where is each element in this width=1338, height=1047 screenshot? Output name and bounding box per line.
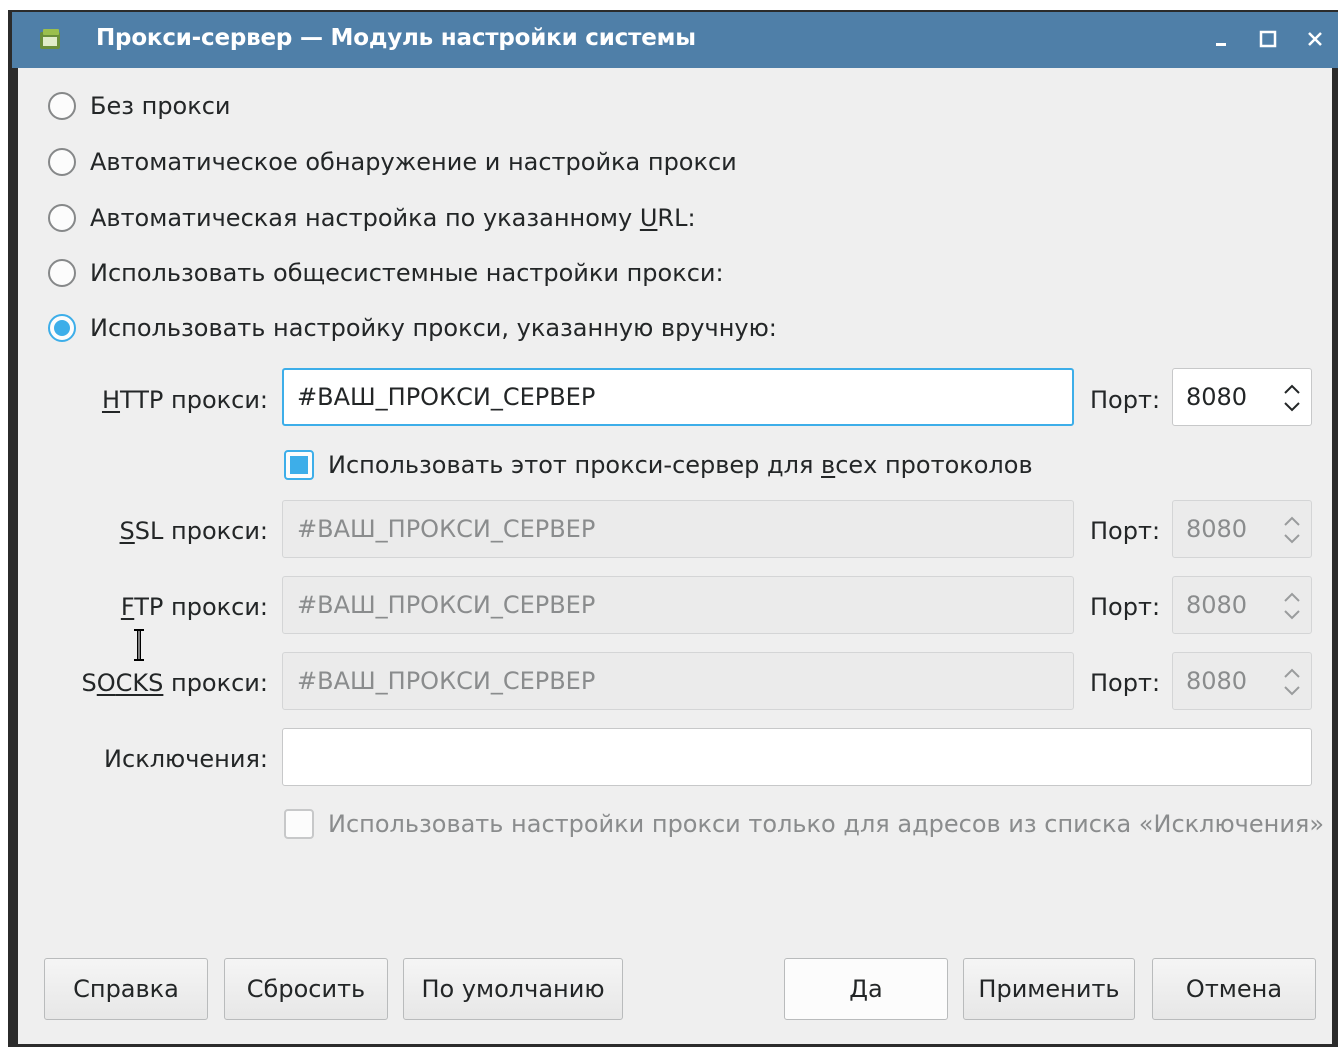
radio-label: Использовать общесистемные настройки про…	[90, 259, 724, 287]
radio-button[interactable]	[48, 148, 76, 176]
ssl-proxy-input[interactable]: #ВАШ_ПРОКСИ_СЕРВЕР	[282, 500, 1074, 558]
help-button[interactable]: Справка	[44, 958, 208, 1020]
checkbox[interactable]	[284, 809, 314, 839]
socks-port-label: Порт:	[1090, 669, 1161, 697]
radio-button[interactable]	[48, 92, 76, 120]
radio-button[interactable]	[48, 259, 76, 287]
radio-button-checked[interactable]	[48, 314, 76, 342]
http-proxy-label: HTTP прокси:	[101, 386, 268, 414]
only-exceptions-checkbox-row[interactable]: Использовать настройки прокси только для…	[284, 809, 1324, 839]
ftp-proxy-label: FTP прокси:	[120, 593, 268, 621]
ssl-port-label: Порт:	[1090, 517, 1161, 545]
checkbox-label: Использовать настройки прокси только для…	[328, 810, 1325, 838]
checkbox-label: Использовать этот прокси-сервер для всех…	[328, 451, 1033, 479]
cancel-button[interactable]: Отмена	[1152, 958, 1316, 1020]
radio-no-proxy[interactable]: Без прокси	[48, 88, 231, 124]
radio-label: Автоматическое обнаружение и настройка п…	[90, 148, 737, 176]
http-port-spinbox[interactable]: 8080	[1172, 368, 1312, 426]
radio-label: Автоматическая настройка по указанному U…	[90, 204, 696, 232]
reset-button[interactable]: Сбросить	[224, 958, 388, 1020]
ssl-proxy-label: SSL прокси:	[119, 517, 268, 545]
radio-system-proxy[interactable]: Использовать общесистемные настройки про…	[48, 255, 724, 291]
socks-proxy-label: SOCKS прокси:	[81, 669, 268, 697]
title-bar[interactable]: Прокси-сервер — Модуль настройки системы	[12, 12, 1338, 68]
radio-button[interactable]	[48, 204, 76, 232]
dialog-body: Без прокси Автоматическое обнаружение и …	[18, 68, 1332, 1044]
radio-auto-url[interactable]: Автоматическая настройка по указанному U…	[48, 200, 696, 236]
socks-proxy-input[interactable]: #ВАШ_ПРОКСИ_СЕРВЕР	[282, 652, 1074, 710]
maximize-icon[interactable]	[1255, 26, 1281, 52]
app-icon	[40, 29, 60, 49]
defaults-button[interactable]: По умолчанию	[403, 958, 623, 1020]
spin-arrows-icon[interactable]	[1281, 381, 1303, 415]
close-icon[interactable]	[1302, 26, 1328, 52]
radio-auto-detect[interactable]: Автоматическое обнаружение и настройка п…	[48, 144, 737, 180]
ok-button[interactable]: Да	[784, 958, 948, 1020]
ftp-port-spinbox[interactable]: 8080	[1172, 576, 1312, 634]
radio-manual-proxy[interactable]: Использовать настройку прокси, указанную…	[48, 310, 777, 346]
minimize-icon[interactable]	[1210, 26, 1236, 52]
use-for-all-checkbox-row[interactable]: Использовать этот прокси-сервер для всех…	[284, 450, 1033, 480]
ftp-proxy-input[interactable]: #ВАШ_ПРОКСИ_СЕРВЕР	[282, 576, 1074, 634]
ssl-port-spinbox[interactable]: 8080	[1172, 500, 1312, 558]
http-port-label: Порт:	[1090, 386, 1161, 414]
spin-arrows-icon[interactable]	[1281, 665, 1303, 699]
socks-port-spinbox[interactable]: 8080	[1172, 652, 1312, 710]
radio-label: Без прокси	[90, 92, 231, 120]
text-cursor-icon	[134, 629, 144, 661]
window-title: Прокси-сервер — Модуль настройки системы	[96, 25, 696, 51]
spin-arrows-icon[interactable]	[1281, 589, 1303, 623]
http-proxy-input[interactable]: #ВАШ_ПРОКСИ_СЕРВЕР	[282, 368, 1074, 426]
exceptions-label: Исключения:	[104, 745, 268, 773]
radio-label: Использовать настройку прокси, указанную…	[90, 314, 777, 342]
spin-arrows-icon[interactable]	[1281, 513, 1303, 547]
apply-button[interactable]: Применить	[963, 958, 1135, 1020]
exceptions-input[interactable]	[282, 728, 1312, 786]
checkbox-checked[interactable]	[284, 450, 314, 480]
ftp-port-label: Порт:	[1090, 593, 1161, 621]
